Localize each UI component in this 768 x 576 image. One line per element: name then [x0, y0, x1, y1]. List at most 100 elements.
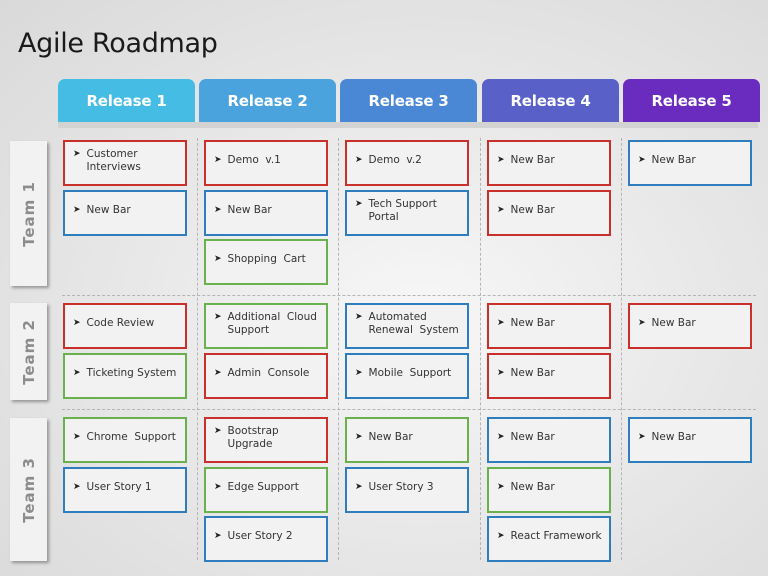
header-band	[58, 122, 758, 128]
card-text: New Bar	[86, 203, 131, 216]
roadmap-card[interactable]: ➤ New Bar	[487, 417, 611, 463]
team-label-text: Team 1	[19, 180, 38, 247]
bullet-arrow-icon: ➤	[638, 432, 646, 442]
roadmap-card[interactable]: ➤ New Bar	[345, 417, 469, 463]
column-divider	[621, 138, 622, 560]
bullet-arrow-icon: ➤	[73, 149, 81, 159]
bullet-arrow-icon: ➤	[355, 481, 363, 492]
card-text: Demo v.2	[368, 154, 422, 166]
card-text: Automated Renewal System	[368, 311, 459, 336]
bullet-arrow-icon: ➤	[355, 367, 363, 378]
roadmap-card[interactable]: ➤ Demo v.1	[204, 140, 328, 186]
roadmap-card[interactable]: ➤ Automated Renewal System	[345, 303, 469, 349]
page-title: Agile Roadmap	[18, 28, 218, 59]
bullet-arrow-icon: ➤	[214, 312, 222, 322]
roadmap-card[interactable]: ➤ User Story 1	[63, 466, 187, 513]
roadmap-card[interactable]: ➤ New Bar	[487, 466, 611, 513]
roadmap-card[interactable]: ➤ React Framework	[487, 516, 611, 562]
card-text: New Bar	[510, 366, 555, 379]
bullet-arrow-icon: ➤	[355, 432, 363, 442]
bullet-arrow-icon: ➤	[214, 426, 222, 436]
team-label-2: Team 2	[10, 303, 47, 400]
card-text: New Bar	[227, 203, 272, 216]
roadmap-card[interactable]: ➤ Mobile Support	[345, 352, 469, 399]
card-text: Bootstrap Upgrade	[227, 425, 283, 450]
card-text: Edge Support	[227, 480, 299, 493]
roadmap-card[interactable]: ➤ Demo v.2	[345, 140, 469, 186]
roadmap-card[interactable]: ➤ User Story 3	[345, 466, 469, 513]
release-header-2: Release 2	[199, 79, 336, 122]
card-text: Tech Support Portal	[368, 197, 441, 223]
bullet-arrow-icon: ➤	[214, 367, 222, 378]
card-text: Chrome Support	[86, 431, 176, 443]
roadmap-card[interactable]: ➤ Shopping Cart	[204, 239, 328, 285]
bullet-arrow-icon: ➤	[73, 481, 81, 492]
roadmap-card[interactable]: ➤ Edge Support	[204, 466, 328, 513]
team-label-text: Team 3	[19, 456, 38, 523]
roadmap-card[interactable]: ➤ Additional Cloud Support	[204, 303, 328, 349]
roadmap-card[interactable]: ➤ User Story 2	[204, 516, 328, 562]
bullet-arrow-icon: ➤	[73, 432, 81, 442]
card-text: Customer Interviews	[86, 148, 141, 173]
card-text: New Bar	[368, 431, 413, 443]
roadmap-card[interactable]: ➤ Customer Interviews	[63, 140, 187, 186]
roadmap-card[interactable]: ➤ New Bar	[63, 189, 187, 236]
card-text: React Framework	[510, 530, 602, 542]
card-text: Ticketing System	[86, 366, 177, 379]
card-text: User Story 1	[86, 480, 152, 493]
roadmap-card[interactable]: ➤ New Bar	[628, 140, 752, 186]
bullet-arrow-icon: ➤	[497, 204, 505, 215]
roadmap-card[interactable]: ➤ New Bar	[487, 303, 611, 349]
bullet-arrow-icon: ➤	[355, 198, 363, 209]
roadmap-card[interactable]: ➤ Chrome Support	[63, 417, 187, 463]
bullet-arrow-icon: ➤	[214, 481, 222, 492]
bullet-arrow-icon: ➤	[497, 481, 505, 492]
card-text: New Bar	[510, 317, 555, 329]
column-divider	[338, 138, 339, 560]
card-text: New Bar	[510, 154, 555, 166]
roadmap-card[interactable]: ➤ New Bar	[628, 417, 752, 463]
release-header-3: Release 3	[340, 79, 477, 122]
card-text: New Bar	[510, 203, 555, 216]
bullet-arrow-icon: ➤	[497, 367, 505, 378]
roadmap-card[interactable]: ➤ Ticketing System	[63, 352, 187, 399]
roadmap-card[interactable]: ➤ New Bar	[487, 189, 611, 236]
bullet-arrow-icon: ➤	[214, 155, 222, 165]
bullet-arrow-icon: ➤	[214, 254, 222, 264]
roadmap-card[interactable]: ➤ Bootstrap Upgrade	[204, 417, 328, 463]
card-text: Additional Cloud Support	[227, 311, 321, 336]
release-header-5: Release 5	[623, 79, 760, 122]
roadmap-card[interactable]: ➤ Tech Support Portal	[345, 189, 469, 236]
bullet-arrow-icon: ➤	[638, 318, 646, 328]
roadmap-card[interactable]: ➤ Code Review	[63, 303, 187, 349]
card-text: User Story 2	[227, 530, 293, 542]
roadmap-card[interactable]: ➤ New Bar	[487, 352, 611, 399]
bullet-arrow-icon: ➤	[73, 367, 81, 378]
bullet-arrow-icon: ➤	[638, 155, 646, 165]
card-text: New Bar	[651, 317, 696, 329]
bullet-arrow-icon: ➤	[497, 155, 505, 165]
roadmap-card[interactable]: ➤ New Bar	[204, 189, 328, 236]
bullet-arrow-icon: ➤	[497, 318, 505, 328]
card-text: Admin Console	[227, 366, 310, 379]
roadmap-card[interactable]: ➤ New Bar	[487, 140, 611, 186]
roadmap-card[interactable]: ➤ Admin Console	[204, 352, 328, 399]
row-divider	[62, 295, 756, 296]
release-header-4: Release 4	[482, 79, 619, 122]
bullet-arrow-icon: ➤	[73, 318, 81, 328]
card-text: New Bar	[651, 431, 696, 443]
bullet-arrow-icon: ➤	[73, 204, 81, 215]
column-divider	[197, 138, 198, 560]
bullet-arrow-icon: ➤	[355, 155, 363, 165]
team-label-text: Team 2	[19, 318, 38, 385]
card-text: New Bar	[510, 480, 555, 493]
column-divider	[480, 138, 481, 560]
card-text: Code Review	[86, 317, 155, 329]
bullet-arrow-icon: ➤	[497, 531, 505, 541]
bullet-arrow-icon: ➤	[497, 432, 505, 442]
bullet-arrow-icon: ➤	[214, 531, 222, 541]
bullet-arrow-icon: ➤	[214, 204, 222, 215]
team-label-3: Team 3	[10, 418, 47, 561]
roadmap-card[interactable]: ➤ New Bar	[628, 303, 752, 349]
team-label-1: Team 1	[10, 141, 47, 286]
